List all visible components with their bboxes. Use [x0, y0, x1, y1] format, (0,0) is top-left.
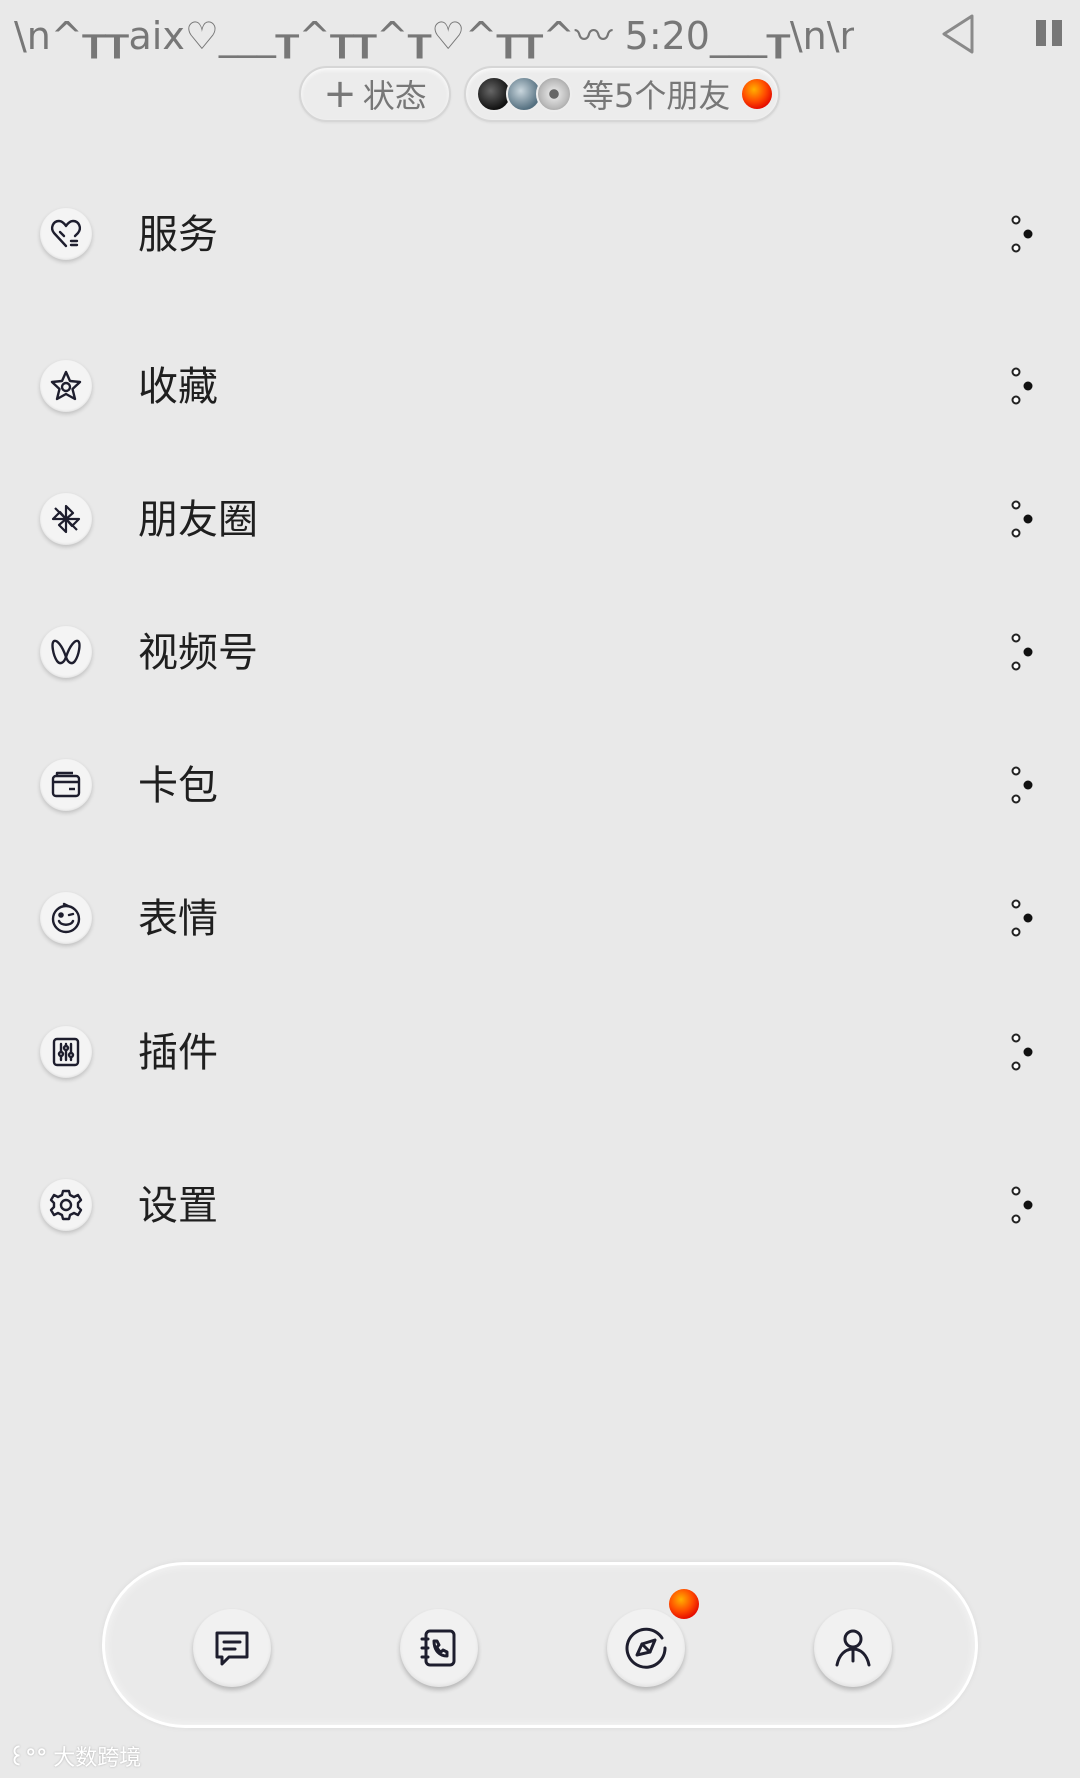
menu-label: 设置 [138, 1183, 218, 1229]
pause-icon[interactable] [1034, 18, 1064, 48]
person-icon [835, 1629, 871, 1667]
menu-label: 收藏 [138, 364, 218, 410]
watermark-logo-icon: ꒰°° [8, 1745, 48, 1771]
menu-label: 插件 [138, 1030, 218, 1076]
menu-item-moments[interactable]: 朋友圈 [0, 473, 1080, 565]
more-dots-icon[interactable] [1010, 765, 1040, 805]
menu-item-settings[interactable]: 设置 [0, 1159, 1080, 1251]
menu-label: 表情 [138, 896, 218, 942]
discover-notification-badge [669, 1589, 699, 1619]
notification-badge [742, 79, 773, 109]
watermark: ꒰°° 大数跨境 [8, 1740, 141, 1772]
watermark-text: 大数跨境 [53, 1746, 142, 1771]
more-dots-icon[interactable] [1010, 214, 1040, 254]
status-bar: \n^┰┰aix♡___┰^┰┰^┰♡^┰┰^〰 5:20___┰\n\n⇆ [0, 0, 1080, 72]
more-dots-icon[interactable] [1010, 898, 1040, 938]
gear-icon [40, 1179, 92, 1231]
status-label: 状态 [362, 77, 427, 115]
more-dots-icon[interactable] [1010, 499, 1040, 539]
chat-icon [215, 1631, 249, 1666]
wallet-icon [40, 759, 92, 811]
tab-chats[interactable] [193, 1609, 271, 1687]
tab-discover[interactable] [607, 1609, 685, 1687]
menu-item-plugins[interactable]: 插件 [0, 1006, 1080, 1098]
heart-service-icon [40, 208, 92, 260]
menu-label: 视频号 [138, 630, 258, 676]
friends-label: 等5个朋友 [582, 77, 731, 115]
menu-item-card-wallet[interactable]: 卡包 [0, 739, 1080, 831]
more-dots-icon[interactable] [1010, 366, 1040, 406]
menu-item-channels[interactable]: 视频号 [0, 606, 1080, 698]
more-dots-icon[interactable] [1010, 632, 1040, 672]
menu-item-favorites[interactable]: 收藏 [0, 340, 1080, 432]
star-icon [40, 360, 92, 412]
more-dots-icon[interactable] [1010, 1032, 1040, 1072]
menu-label: 服务 [138, 212, 218, 258]
butterfly-icon [40, 626, 92, 678]
bottom-tab-bar [102, 1562, 978, 1728]
plus-icon: + [323, 71, 357, 117]
menu-item-stickers[interactable]: 表情 [0, 872, 1080, 964]
status-ticker-text: \n^┰┰aix♡___┰^┰┰^┰♡^┰┰^〰 5:20___┰\n\n⇆ [14, 14, 854, 58]
menu-label: 卡包 [138, 763, 218, 809]
menu-label: 朋友圈 [138, 497, 258, 543]
pinwheel-icon [40, 493, 92, 545]
avatar [536, 76, 572, 112]
back-triangle-icon[interactable] [940, 12, 976, 56]
contacts-icon [420, 1629, 456, 1667]
add-status-button[interactable]: + 状态 [299, 66, 451, 122]
more-dots-icon[interactable] [1010, 1185, 1040, 1225]
tab-contacts[interactable] [400, 1609, 478, 1687]
sliders-icon [40, 1026, 92, 1078]
friends-status-chip[interactable]: 等5个朋友 [464, 66, 780, 122]
menu-item-services[interactable]: 服务 [0, 188, 1080, 280]
friend-avatars [476, 76, 572, 112]
compass-icon [625, 1627, 667, 1669]
tab-me[interactable] [814, 1609, 892, 1687]
smiley-icon [40, 892, 92, 944]
